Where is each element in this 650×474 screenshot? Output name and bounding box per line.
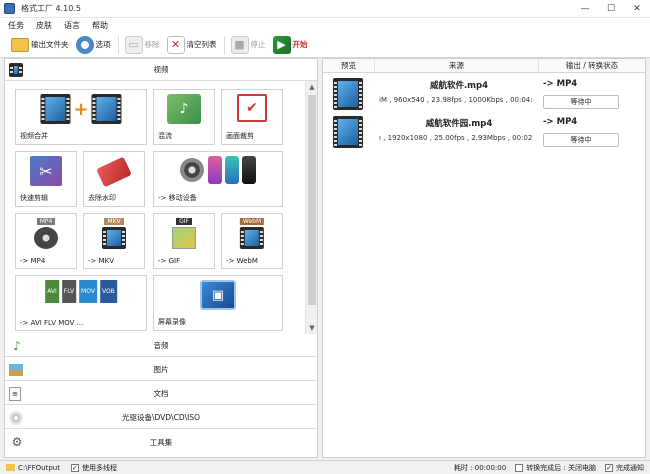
webm-icon: WebM (239, 218, 265, 249)
multithread-checkbox[interactable]: ✓ 使用多线程 (68, 463, 117, 473)
menu-skin[interactable]: 皮肤 (36, 20, 52, 31)
category-optical-drive[interactable]: 光驱设备\DVD\CD\ISO (5, 407, 317, 429)
checkbox-unchecked-icon (515, 463, 524, 472)
tile-mobile-device[interactable]: -> 移动设备 (153, 151, 283, 207)
crop-icon: ✔ (237, 94, 267, 122)
tile-to-mp4[interactable]: MP4 -> MP4 (15, 213, 77, 269)
task-target: -> MP4 (543, 117, 578, 127)
scroll-down-icon[interactable]: ▼ (306, 322, 318, 334)
toolbar-separator (223, 35, 225, 54)
task-filename: 威航软件.mp4 (429, 81, 489, 91)
category-toolbox[interactable]: ⚙ 工具集 (5, 431, 317, 453)
start-icon: ▶ (272, 35, 291, 54)
tile-mux[interactable]: ♪ 混流 (153, 89, 215, 145)
shutdown-checkbox[interactable]: 转换完成后 : 关闭电脑 (512, 463, 596, 473)
video-thumbnail-icon (333, 78, 363, 110)
mkv-icon: MKV (102, 218, 126, 249)
toolbar: 输出文件夹 选项 ▭ 移除 ✕ 清空列表 ■ 停止 ▶ 开始 (0, 32, 650, 58)
mobile-device-icon (180, 156, 256, 184)
gear-icon (75, 35, 94, 54)
tools-scrollbar[interactable]: ▲ ▼ (305, 81, 317, 334)
menu-bar: 任务 皮肤 语言 帮助 (0, 18, 650, 32)
eraser-icon (96, 156, 132, 188)
col-output-status[interactable]: 输出 / 转换状态 (539, 59, 645, 72)
app-icon (4, 3, 15, 14)
col-source[interactable]: 来源 (375, 59, 539, 72)
merge-icon: + (40, 94, 122, 124)
tile-to-mkv[interactable]: MKV -> MKV (83, 213, 145, 269)
task-target: -> MP4 (543, 79, 578, 89)
gif-icon: GIF (172, 218, 196, 249)
menu-help[interactable]: 帮助 (92, 20, 108, 31)
stop-icon: ■ (230, 35, 249, 54)
elapsed-time: 耗时 : 00:00:00 (453, 463, 507, 472)
task-row[interactable]: 威航软件.mp4 iM , 960x540 , 23.98fps , 1000K… (323, 75, 645, 113)
status-bar: C:\FFOutput ✓ 使用多线程 耗时 : 00:00:00 转换完成后 … (0, 460, 650, 474)
stop-button[interactable]: ■ 停止 (228, 34, 269, 56)
category-document[interactable]: ≡ 文档 (5, 383, 317, 405)
maximize-button[interactable]: ☐ (598, 0, 624, 18)
tile-to-gif[interactable]: GIF -> GIF (153, 213, 215, 269)
task-status-button[interactable]: 等待中 (543, 95, 619, 109)
tile-video-merge[interactable]: + 视频合并 (15, 89, 147, 145)
tile-crop[interactable]: ✔ 画面裁剪 (221, 89, 283, 145)
notify-checkbox[interactable]: ✓ 完成通知 (602, 463, 644, 473)
task-meta: iM , 960x540 , 23.98fps , 1000Kbps , 00:… (379, 96, 533, 104)
task-meta: ı , 1920x1080 , 25.00fps , 2.93Mbps , 00… (379, 134, 533, 142)
tile-screen-record[interactable]: ▣ 屏幕录像 (153, 275, 283, 331)
checkbox-checked-icon: ✓ (70, 463, 79, 472)
function-panel: 视频 + 视频合并 ♪ 混流 ✔ 画面裁剪 ✂ 快速剪辑 去除水印 -> 移动设… (4, 58, 318, 458)
close-button[interactable]: ✕ (624, 0, 650, 18)
output-path[interactable]: C:\FFOutput (6, 464, 60, 472)
screen-record-icon: ▣ (200, 280, 236, 310)
video-tools-grid: + 视频合并 ♪ 混流 ✔ 画面裁剪 ✂ 快速剪辑 去除水印 -> 移动设备 M… (5, 81, 305, 334)
folder-icon (11, 37, 29, 52)
scroll-thumb[interactable] (308, 95, 316, 305)
start-button[interactable]: ▶ 开始 (270, 34, 311, 56)
tile-quick-clip[interactable]: ✂ 快速剪辑 (15, 151, 77, 207)
col-preview[interactable]: 预览 (323, 59, 375, 72)
task-filename: 威航软件园.mp4 (425, 119, 493, 129)
clear-list-icon: ✕ (166, 35, 185, 54)
folder-small-icon (6, 464, 15, 471)
task-status-button[interactable]: 等待中 (543, 133, 619, 147)
task-row[interactable]: 威航软件园.mp4 ı , 1920x1080 , 25.00fps , 2.9… (323, 113, 645, 151)
video-thumbnail-icon (333, 116, 363, 148)
output-folder-button[interactable]: 输出文件夹 (8, 34, 72, 56)
title-bar: 格式工厂 4.10.5 — ☐ ✕ (0, 0, 650, 18)
checkbox-checked-icon: ✓ (605, 463, 613, 472)
task-list: 预览 来源 输出 / 转换状态 威航软件.mp4 iM , 960x540 , … (322, 58, 646, 458)
mux-icon: ♪ (167, 94, 201, 124)
tile-to-webm[interactable]: WebM -> WebM (221, 213, 283, 269)
tile-remove-watermark[interactable]: 去除水印 (83, 151, 145, 207)
clear-list-button[interactable]: ✕ 清空列表 (164, 34, 220, 56)
category-audio[interactable]: ♪ 音频 (5, 335, 317, 357)
remove-button[interactable]: ▭ 移除 (122, 34, 163, 56)
options-button[interactable]: 选项 (73, 34, 114, 56)
task-list-header: 预览 来源 输出 / 转换状态 (323, 59, 645, 73)
toolbar-separator (117, 35, 119, 54)
scissors-icon: ✂ (30, 156, 62, 186)
category-picture[interactable]: 图片 (5, 359, 317, 381)
menu-tasks[interactable]: 任务 (8, 20, 24, 31)
scroll-up-icon[interactable]: ▲ (306, 81, 318, 93)
minimize-button[interactable]: — (572, 0, 598, 18)
mp4-icon: MP4 (34, 218, 58, 249)
category-video[interactable]: 视频 (5, 59, 317, 81)
tile-to-avi-flv-mov[interactable]: AVI FLV MOV VOB -> AVI FLV MOV ... (15, 275, 147, 331)
multi-format-icon: AVI FLV MOV VOB (45, 280, 117, 303)
remove-icon: ▭ (124, 35, 143, 54)
menu-language[interactable]: 语言 (64, 20, 80, 31)
window-title: 格式工厂 4.10.5 (21, 4, 81, 13)
window-controls: — ☐ ✕ (572, 0, 650, 18)
